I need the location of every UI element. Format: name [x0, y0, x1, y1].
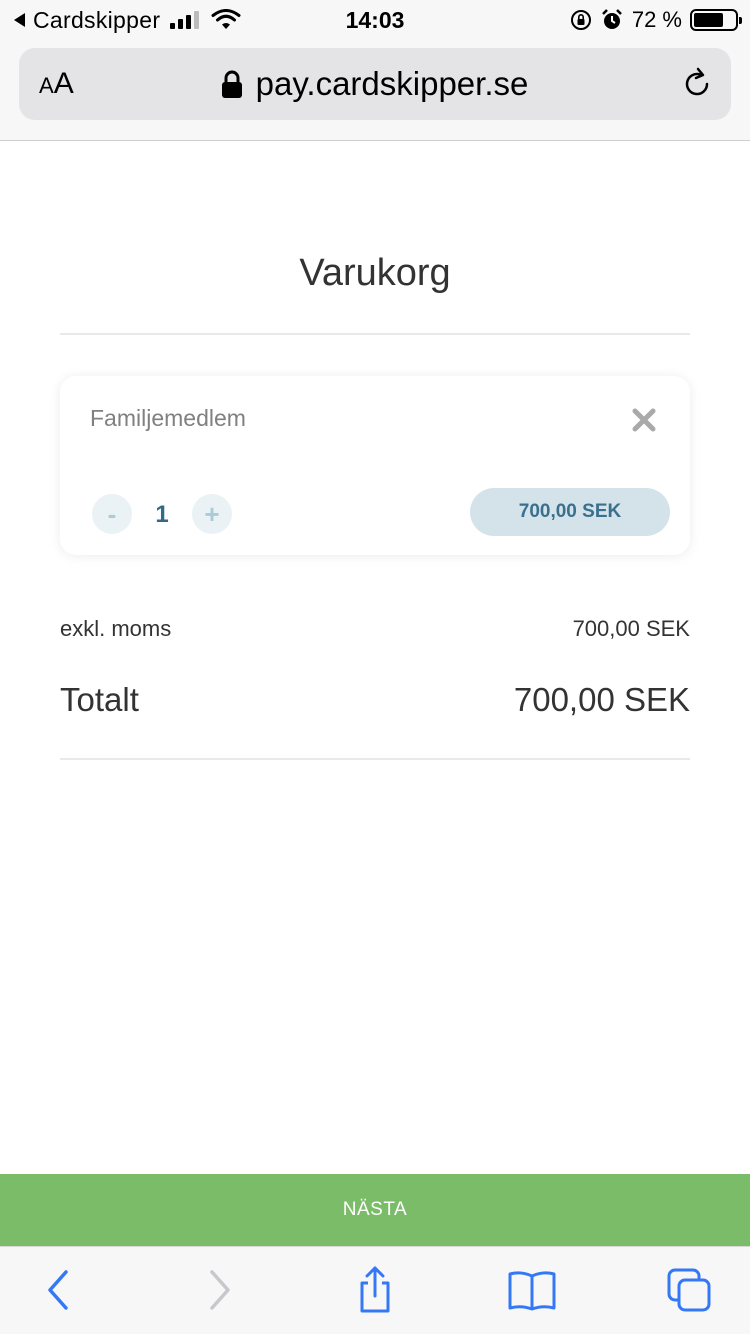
signal-icon	[170, 11, 200, 29]
browser-back-button[interactable]	[34, 1265, 84, 1315]
browser-forward-button[interactable]	[194, 1265, 244, 1315]
back-app-label: Cardskipper	[33, 6, 161, 33]
battery-percent: 72 %	[631, 7, 682, 32]
summary-total-row: Totalt 700,00 SEK	[60, 678, 690, 722]
share-button[interactable]	[350, 1265, 400, 1315]
chevron-left-icon	[48, 1270, 68, 1310]
reload-icon[interactable]	[679, 66, 715, 102]
browser-toolbar	[0, 1246, 750, 1334]
back-to-app[interactable]: Cardskipper	[14, 6, 241, 34]
total-value: 700,00 SEK	[513, 681, 690, 718]
book-icon	[508, 1271, 556, 1311]
divider	[60, 758, 690, 760]
bookmarks-button[interactable]	[507, 1265, 557, 1315]
close-icon[interactable]	[630, 406, 658, 434]
battery-icon	[690, 9, 742, 31]
quantity-value: 1	[155, 501, 169, 528]
quantity-increase-button[interactable]: +	[192, 494, 232, 534]
summary-exkl-row: exkl. moms 700,00 SEK	[60, 614, 690, 644]
divider	[60, 333, 690, 335]
total-label: Totalt	[60, 681, 139, 718]
cart-item-name: Familjemedlem	[90, 405, 246, 431]
wifi-icon	[211, 9, 241, 29]
chevron-right-icon	[210, 1270, 230, 1310]
orientation-lock-icon	[570, 10, 591, 30]
back-triangle-icon	[14, 13, 25, 27]
status-bar: Cardskipper 14:03 72 %	[0, 0, 750, 40]
lock-icon	[221, 70, 242, 98]
item-price-badge: 700,00 SEK	[470, 488, 670, 536]
share-icon	[360, 1266, 390, 1313]
alarm-icon	[601, 9, 622, 29]
exkl-moms-label: exkl. moms	[60, 616, 172, 641]
cart-item-card: Familjemedlem - 1 + 700,00 SEK	[60, 376, 690, 555]
next-button[interactable]: NÄSTA	[0, 1174, 750, 1246]
address-bar[interactable]: AA pay.cardskipper.se	[19, 48, 731, 120]
exkl-moms-value: 700,00 SEK	[572, 616, 690, 641]
quantity-decrease-button[interactable]: -	[92, 494, 132, 534]
browser-address-area: AA pay.cardskipper.se	[0, 40, 750, 141]
battery-fill	[694, 13, 723, 27]
tabs-button[interactable]	[664, 1265, 714, 1315]
page-title: Varukorg	[299, 252, 451, 294]
tabs-icon	[667, 1268, 711, 1312]
url-text[interactable]: pay.cardskipper.se	[256, 64, 529, 104]
